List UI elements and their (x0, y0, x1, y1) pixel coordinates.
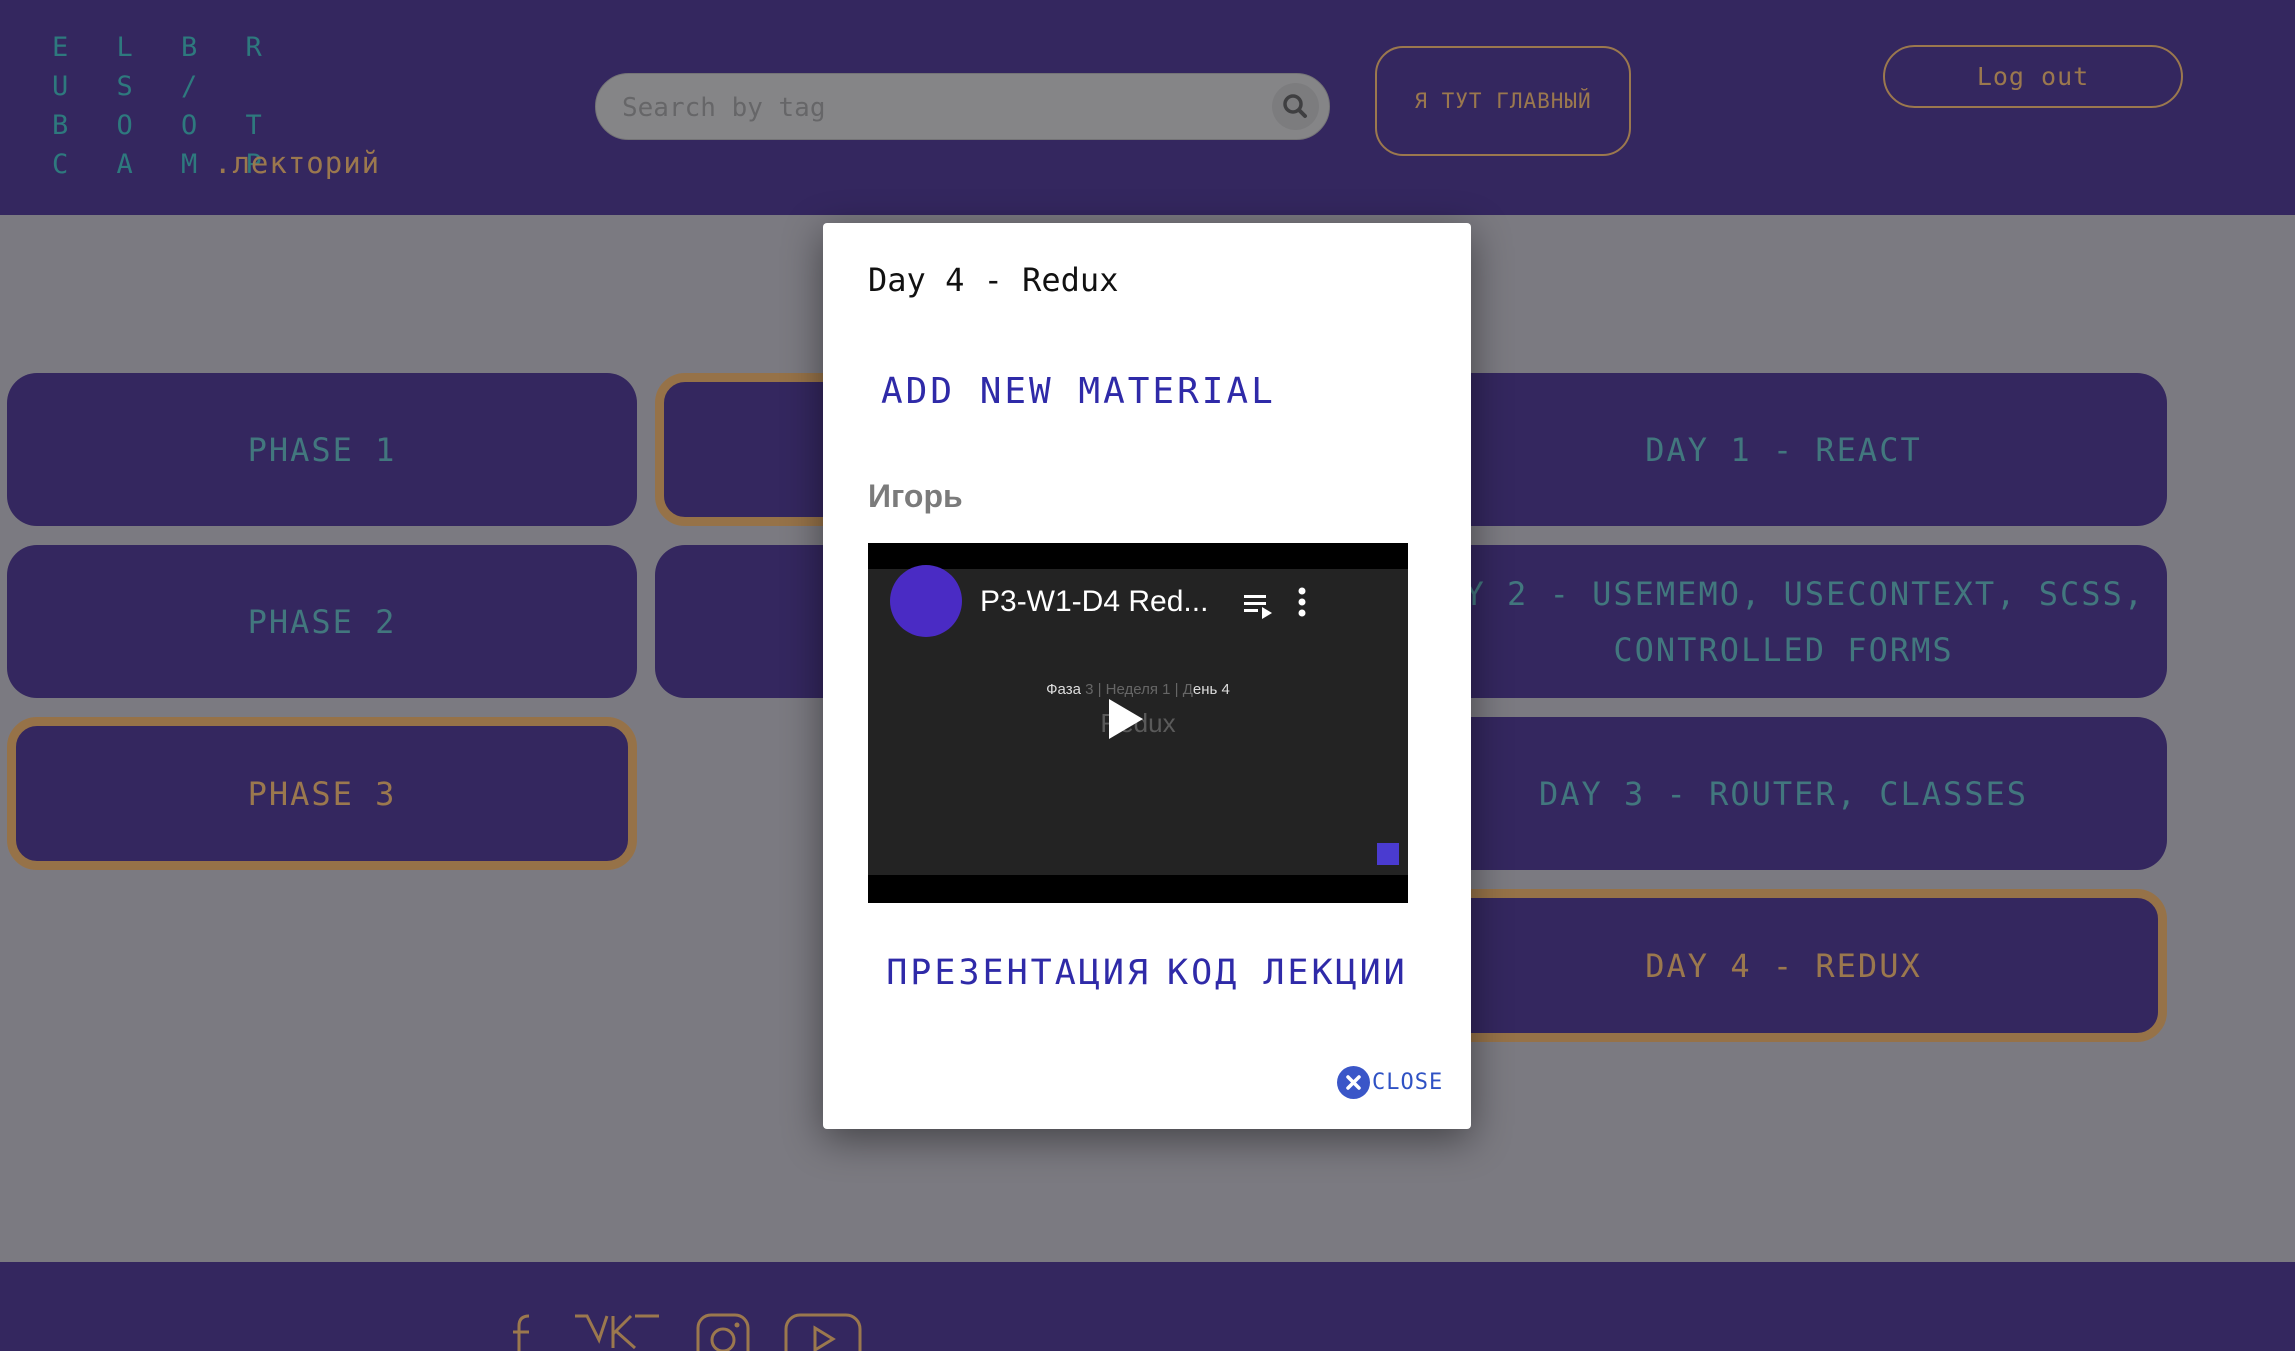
material-modal: Day 4 - Redux ADD NEW MATERIAL Игорь P3-… (823, 223, 1471, 1129)
add-new-material-link[interactable]: ADD NEW MATERIAL (881, 371, 1276, 412)
presentation-link[interactable]: ПРЕЗЕНТАЦИЯ (886, 953, 1151, 993)
video-subtitle-a: Фаза (1046, 681, 1081, 698)
video-subtitle-b: 3 | Неделя 1 | Д (1085, 681, 1193, 698)
video-subtitle-c: ень 4 (1192, 681, 1230, 698)
close-button[interactable]: CLOSE (1337, 1066, 1443, 1099)
play-icon[interactable] (1109, 699, 1143, 739)
close-label: CLOSE (1372, 1070, 1444, 1095)
playlist-icon[interactable] (1242, 591, 1276, 621)
material-author: Игорь (868, 478, 963, 514)
close-icon (1337, 1066, 1370, 1099)
channel-avatar[interactable] (890, 565, 962, 637)
channel-watermark-icon (1377, 843, 1399, 865)
video-title[interactable]: P3-W1-D4 Red... (980, 585, 1208, 619)
video-subtitle: Фаза 3 | Неделя 1 | День 4 (868, 681, 1408, 698)
video-player[interactable]: P3-W1-D4 Red... Фаза 3 | Неделя 1 | День… (868, 543, 1408, 903)
lecture-code-link[interactable]: КОД ЛЕКЦИИ (1167, 953, 1408, 993)
modal-title: Day 4 - Redux (868, 261, 1119, 299)
more-options-icon[interactable] (1290, 585, 1314, 621)
material-links: ПРЕЗЕНТАЦИЯ КОД ЛЕКЦИИ (823, 953, 1471, 993)
